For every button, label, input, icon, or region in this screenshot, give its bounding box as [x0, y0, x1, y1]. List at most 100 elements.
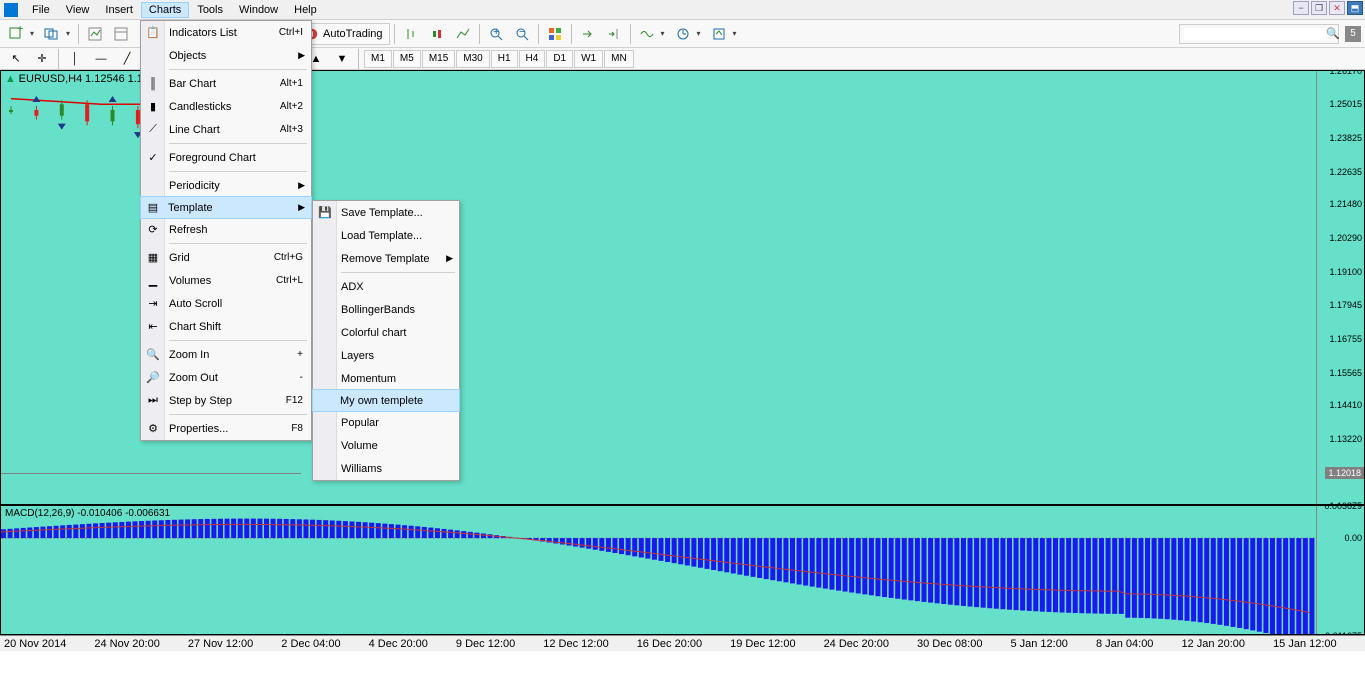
charts-menu-item-line-chart[interactable]: ⟋Line ChartAlt+3 — [141, 118, 311, 141]
search-box[interactable]: 🔍 — [1179, 24, 1339, 44]
candlestick-icon[interactable] — [425, 23, 449, 45]
price-current-marker: 1.12018 — [1325, 467, 1364, 479]
search-icon[interactable]: 🔍 — [1326, 27, 1340, 40]
menu-item-label: My own templete — [340, 395, 423, 407]
menu-item-label: Volumes — [169, 275, 211, 287]
template-menu-item-my-own-templete[interactable]: My own templete — [312, 389, 460, 412]
template-menu-item-momentum[interactable]: Momentum — [313, 367, 459, 390]
template-menu-item-layers[interactable]: Layers — [313, 344, 459, 367]
submenu-arrow-icon: ▶ — [298, 180, 305, 191]
charts-menu-item-grid[interactable]: ▦GridCtrl+G — [141, 246, 311, 269]
arrow-down-icon[interactable]: ▼ — [330, 50, 354, 68]
cursor-tool-icon[interactable]: ↖ — [4, 50, 28, 68]
menu-separator — [169, 243, 307, 244]
charts-menu-item-step-by-step[interactable]: ⏭Step by StepF12 — [141, 389, 311, 412]
submenu-arrow-icon: ▶ — [446, 253, 453, 264]
bar-chart-icon[interactable] — [399, 23, 423, 45]
timeframe-mn[interactable]: MN — [604, 50, 634, 68]
time-tick: 12 Dec 12:00 — [543, 638, 608, 650]
template-menu-item-remove-template[interactable]: Remove Template▶ — [313, 247, 459, 270]
charts-menu-item-template[interactable]: ▤Template▶ — [140, 196, 312, 219]
chart-shift-icon[interactable] — [602, 23, 626, 45]
time-tick: 15 Jan 12:00 — [1273, 638, 1337, 650]
charts-menu-item-periodicity[interactable]: Periodicity▶ — [141, 174, 311, 197]
templates-icon[interactable] — [707, 23, 731, 45]
auto-scroll-icon[interactable] — [576, 23, 600, 45]
price-tick: 1.15565 — [1329, 368, 1362, 378]
menu-item-label: Save Template... — [341, 207, 423, 219]
charts-menu-item-properties-[interactable]: ⚙Properties...F8 — [141, 417, 311, 440]
charts-menu-item-candlesticks[interactable]: ▮CandlesticksAlt+2 — [141, 95, 311, 118]
charts-menu-item-indicators-list[interactable]: 📋Indicators ListCtrl+I — [141, 21, 311, 44]
menu-insert[interactable]: Insert — [97, 2, 141, 18]
time-tick: 30 Dec 08:00 — [917, 638, 982, 650]
template-menu-item-volume[interactable]: Volume — [313, 434, 459, 457]
sidebar-toggle[interactable]: ⬒ — [1347, 1, 1363, 15]
template-menu-item-williams[interactable]: Williams — [313, 457, 459, 480]
menu-file[interactable]: File — [24, 2, 58, 18]
template-menu-item-save-template-[interactable]: 💾Save Template... — [313, 201, 459, 224]
price-tick: 1.14410 — [1329, 400, 1362, 410]
line-chart-icon[interactable] — [451, 23, 475, 45]
zoom-in-icon[interactable]: + — [484, 23, 508, 45]
search-input[interactable] — [1184, 28, 1326, 40]
menu-charts[interactable]: Charts — [141, 2, 189, 18]
charts-menu-item-zoom-in[interactable]: 🔍Zoom In+ — [141, 343, 311, 366]
menu-item-label: Properties... — [169, 423, 228, 435]
macd-label: MACD(12,26,9) -0.010406 -0.006631 — [5, 508, 170, 519]
crosshair-tool-icon[interactable]: ✛ — [30, 50, 54, 68]
tile-windows-icon[interactable] — [543, 23, 567, 45]
periods-icon[interactable] — [671, 23, 695, 45]
timeframe-m5[interactable]: M5 — [393, 50, 421, 68]
charts-menu-item-bar-chart[interactable]: ║Bar ChartAlt+1 — [141, 72, 311, 95]
time-tick: 19 Dec 12:00 — [730, 638, 795, 650]
template-menu-item-colorful-chart[interactable]: Colorful chart — [313, 321, 459, 344]
charts-menu-item-refresh[interactable]: ⟳Refresh — [141, 218, 311, 241]
menu-view[interactable]: View — [58, 2, 98, 18]
template-menu-item-popular[interactable]: Popular — [313, 411, 459, 434]
timeframe-h1[interactable]: H1 — [491, 50, 518, 68]
timeframe-h4[interactable]: H4 — [519, 50, 546, 68]
vertical-line-icon[interactable]: │ — [63, 50, 87, 68]
price-tick: 1.19100 — [1329, 267, 1362, 277]
price-tick: 1.16755 — [1329, 334, 1362, 344]
macd-tick: 0.00 — [1344, 533, 1362, 543]
data-window-icon[interactable] — [109, 23, 133, 45]
template-menu-item-adx[interactable]: ADX — [313, 275, 459, 298]
submenu-arrow-icon: ▶ — [298, 202, 305, 213]
menu-shortcut: Alt+2 — [280, 101, 303, 112]
time-tick: 4 Dec 20:00 — [369, 638, 428, 650]
time-tick: 9 Dec 12:00 — [456, 638, 515, 650]
timeframe-m1[interactable]: M1 — [364, 50, 392, 68]
template-menu-item-bollingerbands[interactable]: BollingerBands — [313, 298, 459, 321]
timeframe-m15[interactable]: M15 — [422, 50, 455, 68]
timeframe-w1[interactable]: W1 — [574, 50, 603, 68]
menu-tools[interactable]: Tools — [189, 2, 231, 18]
charts-menu-item-auto-scroll[interactable]: ⇥Auto Scroll — [141, 292, 311, 315]
charts-menu-item-foreground-chart[interactable]: ✓Foreground Chart — [141, 146, 311, 169]
minimize-button[interactable]: − — [1293, 1, 1309, 15]
menu-help[interactable]: Help — [286, 2, 325, 18]
template-submenu-dropdown: 💾Save Template...Load Template...Remove … — [312, 200, 460, 481]
market-watch-icon[interactable] — [83, 23, 107, 45]
profiles-icon[interactable] — [40, 23, 64, 45]
macd-panel[interactable]: MACD(12,26,9) -0.010406 -0.006631 0.0036… — [0, 505, 1365, 635]
charts-menu-item-chart-shift[interactable]: ⇤Chart Shift — [141, 315, 311, 338]
trendline-icon[interactable]: ╱ — [115, 50, 139, 68]
charts-menu-item-volumes[interactable]: ▁VolumesCtrl+L — [141, 269, 311, 292]
restore-button[interactable]: ❐ — [1311, 1, 1327, 15]
horizontal-line-icon[interactable]: — — [89, 50, 113, 68]
timeframe-d1[interactable]: D1 — [546, 50, 573, 68]
close-button[interactable]: ✕ — [1329, 1, 1345, 15]
menu-window[interactable]: Window — [231, 2, 286, 18]
line-icon: ⟋ — [145, 122, 161, 138]
indicators-icon[interactable] — [635, 23, 659, 45]
zoom-out-icon[interactable]: − — [510, 23, 534, 45]
timeframe-m30[interactable]: M30 — [456, 50, 489, 68]
charts-menu-item-objects[interactable]: Objects▶ — [141, 44, 311, 67]
template-menu-item-load-template-[interactable]: Load Template... — [313, 224, 459, 247]
menu-separator — [169, 340, 307, 341]
menu-bar: FileViewInsertChartsToolsWindowHelp − ❐ … — [0, 0, 1365, 20]
charts-menu-item-zoom-out[interactable]: 🔎Zoom Out- — [141, 366, 311, 389]
new-chart-icon[interactable]: + — [4, 23, 28, 45]
